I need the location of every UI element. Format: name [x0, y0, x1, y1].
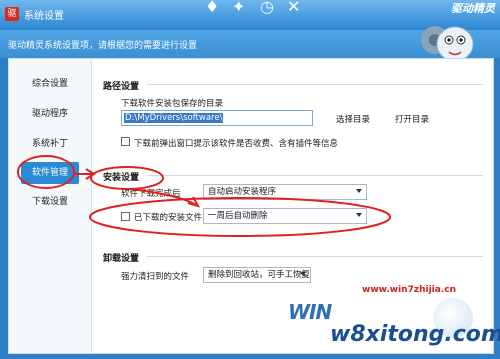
watermark-site: www.win7zhijia.cn	[362, 285, 456, 295]
divider	[147, 175, 483, 176]
select-value: 删除到回收站，可手工恢复	[208, 270, 311, 280]
sidebar-item-download[interactable]: 下载设置	[9, 191, 91, 213]
sidebar-item-label: 综合设置	[31, 79, 68, 89]
popup-check-label: 下载前弹出窗口提示该软件是否收费、含有插件等信息	[134, 139, 339, 149]
app-icon: 驱	[5, 7, 19, 21]
watermark-win: WIN	[288, 300, 332, 324]
sidebar-item-label: 系统补丁	[31, 139, 68, 149]
chevron-down-icon	[356, 189, 362, 193]
shield-icon[interactable]: ♦	[205, 0, 219, 16]
downloaded-files-label: 已下载的安装文件	[134, 213, 203, 223]
select-value: 自动启动安装程序	[208, 187, 277, 197]
force-clean-label: 强力清扫到的文件	[121, 272, 190, 282]
clock-icon[interactable]: ◷	[260, 0, 274, 16]
downloaded-files-select[interactable]: 一周后自动删除	[203, 208, 367, 224]
sidebar-item-label: 驱动程序	[31, 109, 68, 119]
watermark-brand: w8xitong.com	[330, 322, 500, 347]
divider	[147, 256, 483, 257]
divider	[147, 84, 483, 85]
dir-value: D:\MyDrivers\software\	[124, 113, 224, 123]
sidebar-item-general[interactable]: 综合设置	[9, 73, 91, 95]
sidebar-item-patches[interactable]: 系统补丁	[9, 133, 91, 155]
header-hint: 驱动精灵系统设置项，请根据您的需要进行设置	[8, 41, 198, 51]
chevron-down-icon	[356, 213, 362, 217]
install-section-title: 安装设置	[103, 173, 140, 183]
chevron-down-icon	[300, 272, 306, 276]
uninstall-section-title: 卸载设置	[103, 254, 140, 264]
choose-dir-button[interactable]: 选择目录	[336, 113, 370, 125]
force-clean-select[interactable]: 删除到回收站，可手工恢复	[203, 267, 311, 283]
select-value: 一周后自动删除	[208, 211, 268, 221]
sidebar-item-drivers[interactable]: 驱动程序	[9, 103, 91, 125]
open-dir-button[interactable]: 打开目录	[395, 113, 429, 125]
sidebar-item-software[interactable]: 软件管理	[21, 162, 79, 184]
sidebar-item-label: 软件管理	[31, 168, 68, 178]
downloaded-files-checkbox[interactable]	[121, 212, 130, 221]
sidebar: 综合设置 驱动程序 系统补丁 软件管理 下载设置	[9, 59, 92, 353]
gear-icon[interactable]: ✦	[232, 0, 245, 16]
dir-label: 下载软件安装包保存的目录	[121, 99, 224, 109]
after-download-select[interactable]: 自动启动安装程序	[203, 184, 367, 200]
window-title: 系统设置	[24, 11, 64, 22]
tools-icon[interactable]: ✕	[287, 0, 300, 16]
download-dir-input[interactable]: D:\MyDrivers\software\	[121, 110, 313, 126]
popup-checkbox[interactable]	[121, 137, 130, 146]
path-section-title: 路径设置	[103, 82, 140, 92]
sidebar-item-label: 下载设置	[31, 197, 68, 207]
after-download-label: 软件下载完成后	[121, 189, 181, 199]
settings-panel: 综合设置 驱动程序 系统补丁 软件管理 下载设置 路径设置 下载软件安装包保存的…	[8, 58, 494, 354]
